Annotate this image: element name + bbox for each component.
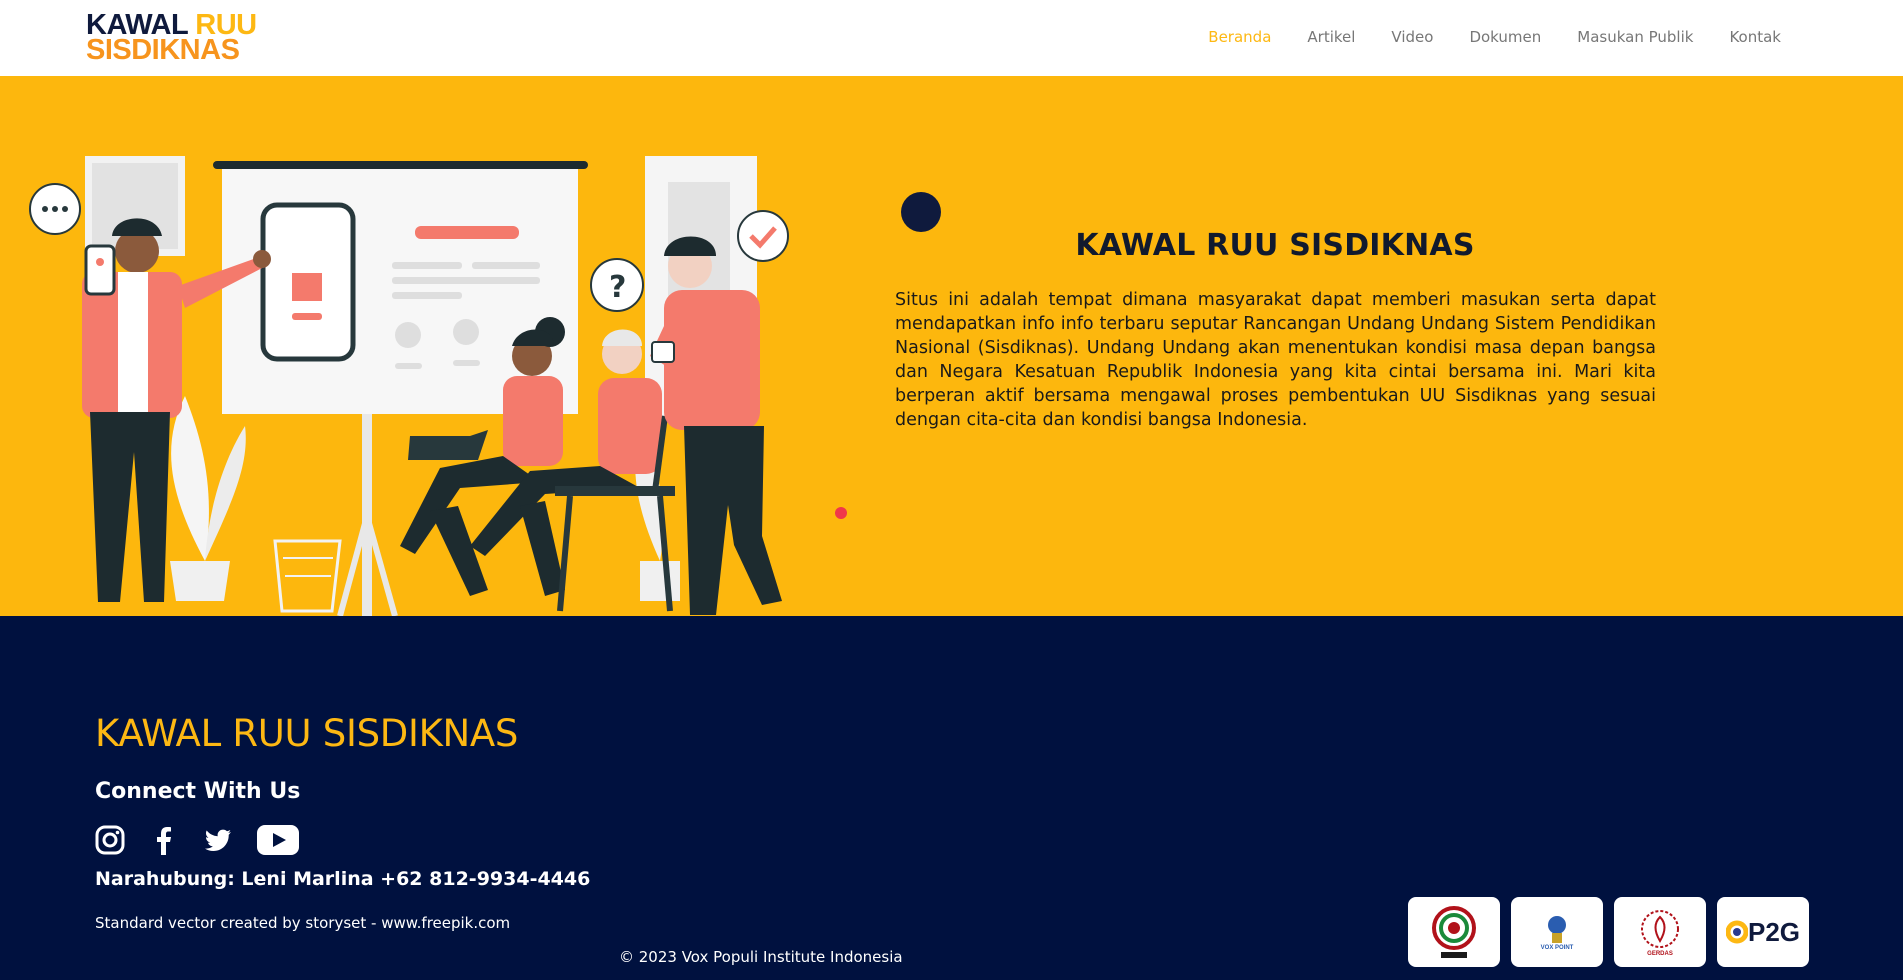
decor-dot-red xyxy=(835,507,847,519)
footer: KAWAL RUU SISDIKNAS Connect With Us Nara… xyxy=(0,616,1903,980)
twitter-icon[interactable] xyxy=(203,825,233,855)
nav-link-masukan-publik[interactable]: Masukan Publik xyxy=(1577,28,1693,46)
svg-text:?: ? xyxy=(609,270,626,305)
instagram-icon[interactable] xyxy=(95,825,125,855)
hero-section: ? KAWAL RUU SISDIKNAS Situs ini adalah t… xyxy=(0,76,1903,616)
navbar: KAWAL RUU SISDIKNAS Beranda Artikel Vide… xyxy=(0,0,1903,76)
hero-title: KAWAL RUU SISDIKNAS xyxy=(1075,228,1475,263)
hero-illustration: ? xyxy=(29,156,789,616)
logo-word-sisdiknas: SISDIKNAS xyxy=(86,34,240,66)
partner-logos: VOX POINT GERDAS P2G xyxy=(1408,897,1820,967)
partner-caption-gerdas: GERDAS xyxy=(1647,951,1673,957)
nav-link-beranda[interactable]: Beranda xyxy=(1208,28,1271,46)
social-links xyxy=(95,825,323,855)
footer-credit: Standard vector created by storyset - ww… xyxy=(95,914,511,932)
nav-link-kontak[interactable]: Kontak xyxy=(1729,28,1781,46)
youtube-icon[interactable] xyxy=(257,825,299,855)
partner-caption-voxpoint: VOX POINT xyxy=(1540,945,1574,951)
partner-logo-gerdas[interactable]: GERDAS xyxy=(1614,897,1706,967)
nav-link-artikel[interactable]: Artikel xyxy=(1307,28,1355,46)
nav-link-video[interactable]: Video xyxy=(1391,28,1433,46)
footer-copyright: © 2023 Vox Populi Institute Indonesia xyxy=(619,948,903,966)
footer-connect-heading: Connect With Us xyxy=(95,779,301,804)
nav-link-dokumen[interactable]: Dokumen xyxy=(1469,28,1541,46)
nav-menu: Beranda Artikel Video Dokumen Masukan Pu… xyxy=(1172,28,1781,46)
site-logo[interactable]: KAWAL RUU SISDIKNAS xyxy=(86,11,257,66)
partner-logo-p2g[interactable]: P2G xyxy=(1717,897,1809,967)
footer-contact-info: Narahubung: Leni Marlina +62 812-9934-44… xyxy=(95,868,591,890)
hero-description: Situs ini adalah tempat dimana masyaraka… xyxy=(895,290,1656,430)
partner-caption-p2g: P2G xyxy=(1747,916,1801,947)
decor-dot-navy xyxy=(901,192,941,232)
partner-logo-voxpoint[interactable]: VOX POINT xyxy=(1511,897,1603,967)
footer-title: KAWAL RUU SISDIKNAS xyxy=(95,712,519,755)
partner-logo-1[interactable] xyxy=(1408,897,1500,967)
facebook-icon[interactable] xyxy=(149,825,179,855)
